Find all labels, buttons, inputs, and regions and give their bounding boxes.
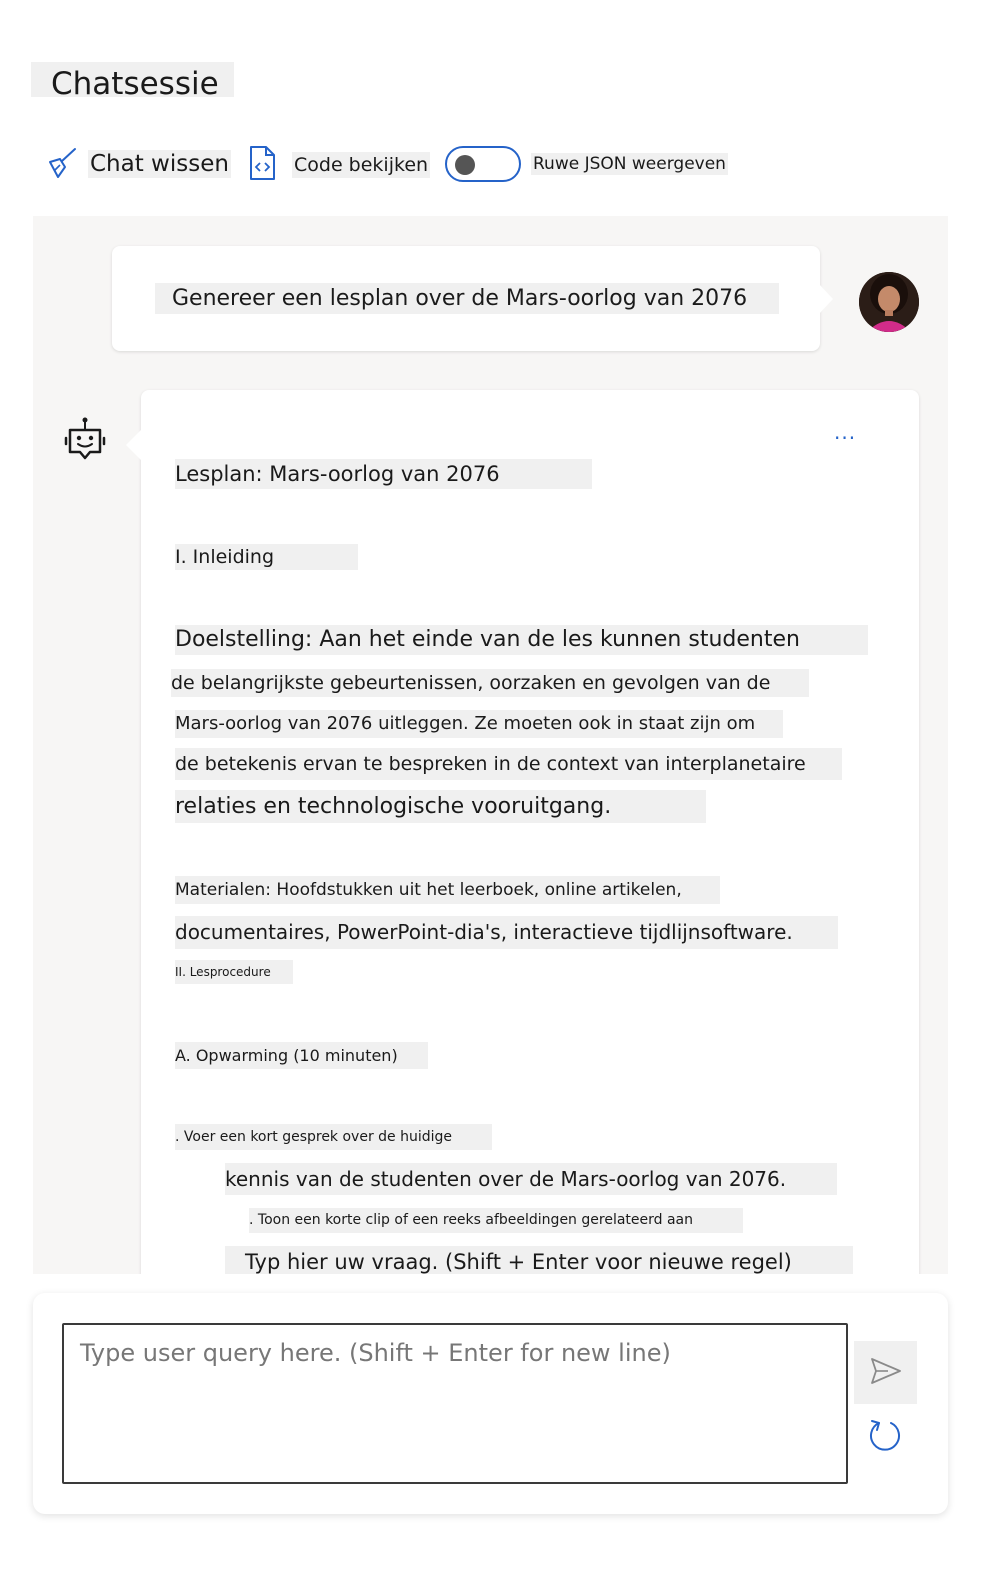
response-line: Mars-oorlog van 2076 uitleggen. Ze moete… [175,710,783,738]
response-heading: Lesplan: Mars-oorlog van 2076 [175,459,592,489]
chat-playground: Chatsessie Chat wissen Code bekijken Ruw… [0,0,998,1588]
raw-json-toggle[interactable] [445,146,521,182]
user-avatar [859,272,919,332]
code-file-icon [248,145,276,185]
response-line: Doelstelling: Aan het einde van de les k… [175,625,868,655]
bot-icon [64,416,106,466]
chat-history[interactable]: Genereer een lesplan over de Mars-oorlog… [33,216,948,1274]
send-icon [870,1357,902,1389]
refresh-icon [867,1420,903,1457]
view-code-label: Code bekijken [292,152,431,178]
response-line: Materialen: Hoofdstukken uit het leerboe… [175,876,720,904]
user-message-text: Genereer een lesplan over de Mars-oorlog… [155,283,779,314]
subsection-heading: A. Opwarming (10 minuten) [175,1042,428,1069]
response-line: relaties en technologische vooruitgang. [175,790,706,823]
response-line: . Voer een kort gesprek over de huidige [175,1124,492,1150]
response-line: . Toon een korte clip of een reeks afbee… [249,1208,743,1233]
refresh-button[interactable] [867,1417,903,1453]
section-heading: I. Inleiding [175,544,358,570]
input-panel [33,1293,948,1514]
page-title: Chatsessie [31,62,234,97]
clear-chat-label: Chat wissen [88,150,231,178]
response-line: kennis van de studenten over de Mars-oor… [225,1163,837,1195]
raw-json-label: Ruwe JSON weergeven [531,153,728,175]
clear-chat-button[interactable]: Chat wissen [44,144,231,184]
user-message-bubble: Genereer een lesplan over de Mars-oorlog… [112,246,833,351]
more-options-button[interactable]: ... [834,420,856,444]
assistant-message-bubble: ... Lesplan: Mars-oorlog van 2076 I. Inl… [126,390,919,1274]
response-line: Typ hier uw vraag. (Shift + Enter voor n… [225,1246,853,1274]
query-input[interactable] [62,1323,848,1484]
view-code-button[interactable]: Code bekijken [248,145,431,185]
broom-icon [44,144,78,184]
response-line: de betekenis ervan te bespreken in de co… [175,748,842,780]
response-line: de belangrijkste gebeurtenissen, oorzake… [171,669,809,697]
raw-json-toggle-group: Ruwe JSON weergeven [445,144,728,184]
send-button[interactable] [854,1341,917,1404]
toggle-knob [455,155,475,175]
section-heading: II. Lesprocedure [175,960,293,984]
response-line: documentaires, PowerPoint-dia's, interac… [175,916,838,949]
